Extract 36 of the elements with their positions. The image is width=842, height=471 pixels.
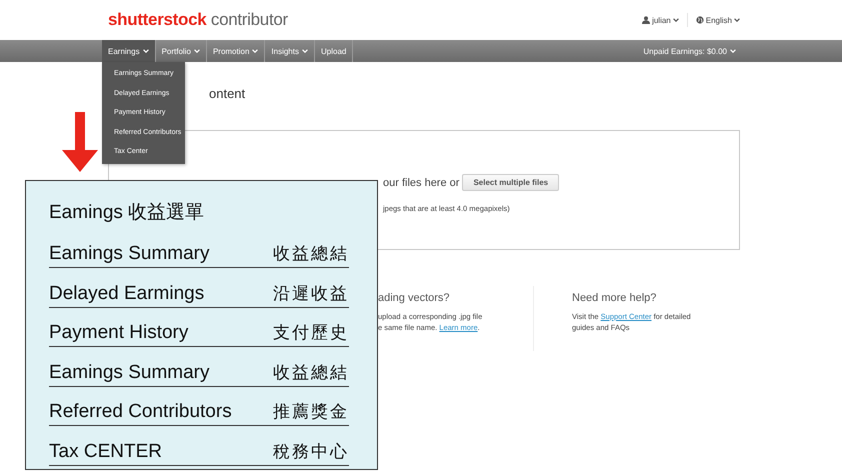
chinese-label: 稅務中心 (273, 440, 349, 464)
help-title: Need more help? (572, 292, 658, 304)
caret-icon (302, 49, 308, 53)
english-label: Payment History (49, 321, 188, 346)
logo[interactable]: shutterstock contributor (108, 10, 288, 30)
english-label: Tax CENTER (49, 440, 162, 464)
chinese-label: 收益總結 (273, 362, 349, 385)
user-icon (642, 16, 650, 24)
user-menu[interactable]: julian (640, 16, 681, 24)
annotation-title: Eamings 收益選單 (49, 201, 206, 225)
chinese-label: 收益總結 (273, 243, 349, 266)
help-title: ading vectors? (378, 292, 451, 304)
nav-tab[interactable]: Promotion (206, 40, 266, 62)
select-files-button[interactable]: Select multiple files (462, 174, 560, 191)
caret-icon (142, 49, 149, 53)
chinese-label: 推薦獎金 (273, 401, 349, 424)
upload-prompt: our files here or (383, 176, 460, 188)
language-menu[interactable]: English (694, 16, 742, 24)
nav-tab[interactable]: Earnings (102, 40, 156, 62)
unpaid-earnings-menu[interactable]: Unpaid Earnings: $0.00 (637, 40, 742, 62)
caret-icon (730, 49, 736, 53)
nav-tab[interactable]: Upload (314, 40, 354, 62)
globe-icon (696, 16, 704, 24)
english-label: Eamings Summary (49, 360, 210, 385)
english-label: Eamings Summary (49, 242, 210, 266)
nav-tab[interactable]: Insights (265, 40, 315, 62)
caret-icon (252, 49, 258, 53)
caret-icon (672, 18, 679, 22)
caret-icon (734, 18, 740, 22)
english-label: Referred Contributors (49, 400, 232, 424)
english-label: Delayed Earmings (49, 282, 204, 306)
chinese-label: 支付歷史 (273, 322, 349, 346)
page-heading: ontent (209, 86, 246, 102)
down-arrow-icon (62, 112, 98, 172)
chinese-label: 沿遲收益 (273, 282, 349, 306)
caret-icon (194, 49, 200, 53)
